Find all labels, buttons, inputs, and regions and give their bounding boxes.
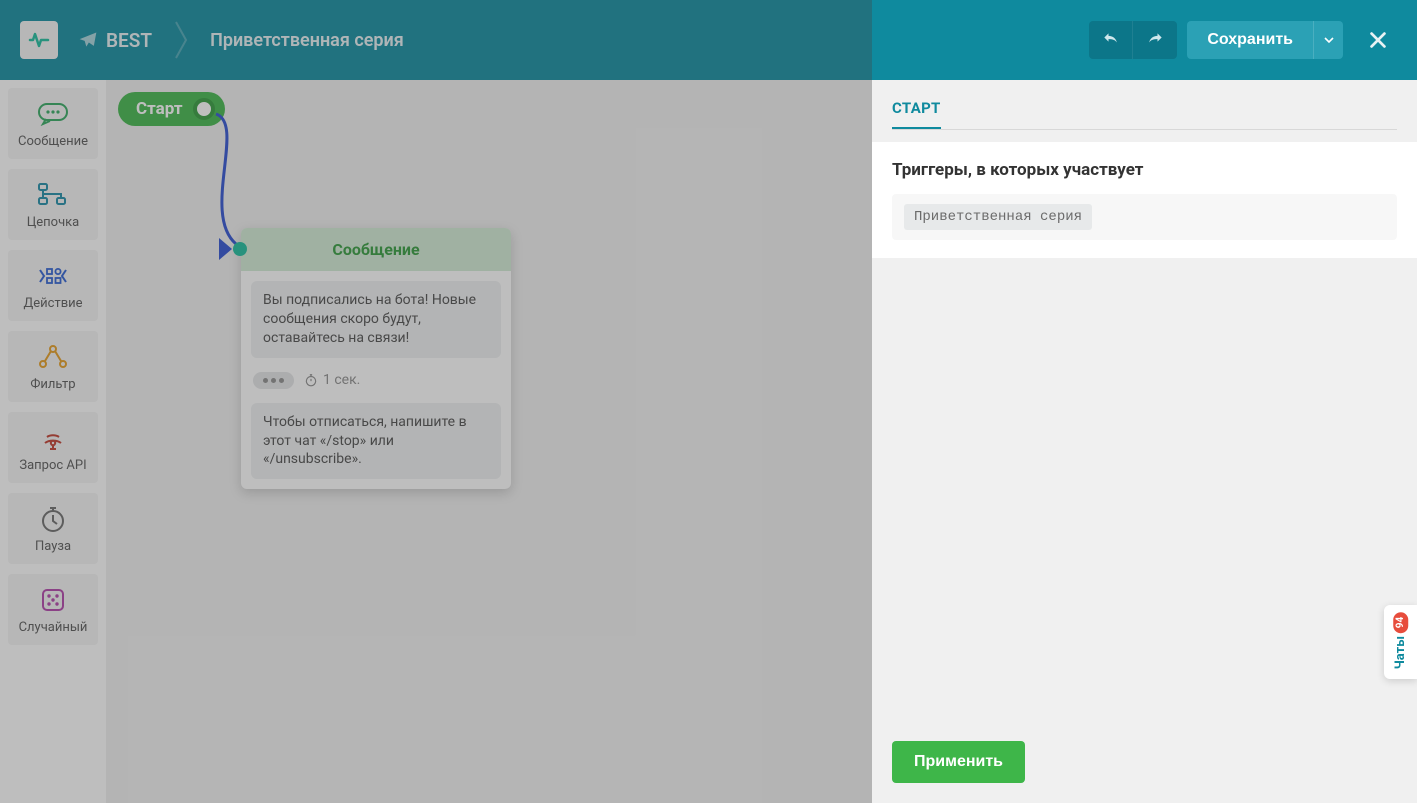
message-node-body: Вы подписались на бота! Новые сообщения …: [241, 271, 511, 489]
save-button[interactable]: Сохранить: [1187, 21, 1313, 59]
tab-underline: [892, 129, 1397, 130]
palette-item-filter[interactable]: Фильтр: [8, 331, 98, 402]
chat-side-tab[interactable]: 94 Чаты: [1384, 605, 1417, 679]
node-palette: Сообщение Цепочка Действие Фильтр Запрос…: [0, 80, 106, 803]
chat-tab-label: Чаты: [1393, 636, 1408, 669]
save-dropdown-button[interactable]: [1313, 21, 1343, 59]
random-icon: [36, 586, 70, 614]
palette-item-pause[interactable]: Пауза: [8, 493, 98, 564]
triggers-section-title: Триггеры, в которых участвует: [892, 160, 1397, 180]
connector-arrow-icon: [219, 238, 232, 260]
panel-tabs: СТАРТ: [872, 80, 1417, 129]
start-node-label: Старт: [136, 99, 183, 119]
triggers-section: Триггеры, в которых участвует Приветстве…: [872, 142, 1417, 258]
panel-footer: Применить: [872, 721, 1417, 803]
typing-delay-text: 1 сек.: [323, 372, 360, 388]
pulse-icon: [27, 28, 51, 52]
message-icon: [36, 100, 70, 128]
undo-redo-group: [1089, 21, 1177, 59]
palette-item-chain[interactable]: Цепочка: [8, 169, 98, 240]
palette-label: Сообщение: [18, 134, 88, 149]
filter-icon: [36, 343, 70, 371]
palette-label: Цепочка: [27, 215, 80, 230]
properties-panel: СТАРТ Триггеры, в которых участвует Прив…: [872, 80, 1417, 803]
action-icon: [36, 262, 70, 290]
save-button-group: Сохранить: [1187, 21, 1343, 59]
redo-icon: [1145, 30, 1165, 50]
stopwatch-icon: [304, 373, 318, 387]
palette-item-random[interactable]: Случайный: [8, 574, 98, 645]
app-logo[interactable]: [20, 21, 58, 59]
flow-canvas[interactable]: Старт Сообщение Вы подписались на бота! …: [106, 80, 872, 803]
caret-down-icon: [1324, 35, 1334, 45]
bot-name-text: BEST: [106, 29, 152, 52]
chain-icon: [36, 181, 70, 209]
palette-item-action[interactable]: Действие: [8, 250, 98, 321]
start-node[interactable]: Старт: [118, 92, 225, 126]
bot-name[interactable]: BEST: [78, 29, 152, 52]
trigger-row: Приветственная серия: [892, 194, 1397, 240]
telegram-icon: [78, 30, 98, 50]
tab-start[interactable]: СТАРТ: [892, 99, 941, 129]
chat-badge: 94: [1393, 612, 1408, 633]
message-bubble: Вы подписались на бота! Новые сообщения …: [251, 281, 501, 358]
typing-delay: 1 сек.: [304, 372, 360, 388]
palette-label: Пауза: [35, 539, 71, 554]
api-icon: [36, 424, 70, 452]
start-node-out-port[interactable]: [193, 98, 215, 120]
app-header: BEST Приветственная серия Сохранить: [0, 0, 1417, 80]
palette-label: Запрос API: [19, 458, 86, 473]
typing-row: 1 сек.: [251, 368, 501, 393]
palette-item-message[interactable]: Сообщение: [8, 88, 98, 159]
palette-label: Случайный: [19, 620, 88, 635]
trigger-chip[interactable]: Приветственная серия: [904, 204, 1092, 230]
pause-icon: [36, 505, 70, 533]
header-actions: Сохранить: [1089, 21, 1397, 59]
close-icon: [1367, 29, 1389, 51]
undo-button[interactable]: [1089, 21, 1133, 59]
message-node[interactable]: Сообщение Вы подписались на бота! Новые …: [241, 228, 511, 489]
palette-label: Действие: [23, 296, 82, 311]
redo-button[interactable]: [1133, 21, 1177, 59]
main-area: Сообщение Цепочка Действие Фильтр Запрос…: [0, 80, 1417, 803]
breadcrumb-separator-icon: [174, 20, 188, 60]
message-node-in-port[interactable]: [233, 242, 247, 256]
palette-item-api[interactable]: Запрос API: [8, 412, 98, 483]
palette-label: Фильтр: [30, 377, 75, 392]
message-bubble: Чтобы отписаться, напишите в этот чат «/…: [251, 403, 501, 480]
close-button[interactable]: [1359, 21, 1397, 59]
message-node-title: Сообщение: [241, 228, 511, 271]
flow-title: Приветственная серия: [210, 30, 404, 51]
typing-dots-icon: [253, 372, 294, 389]
apply-button[interactable]: Применить: [892, 741, 1025, 783]
undo-icon: [1101, 30, 1121, 50]
